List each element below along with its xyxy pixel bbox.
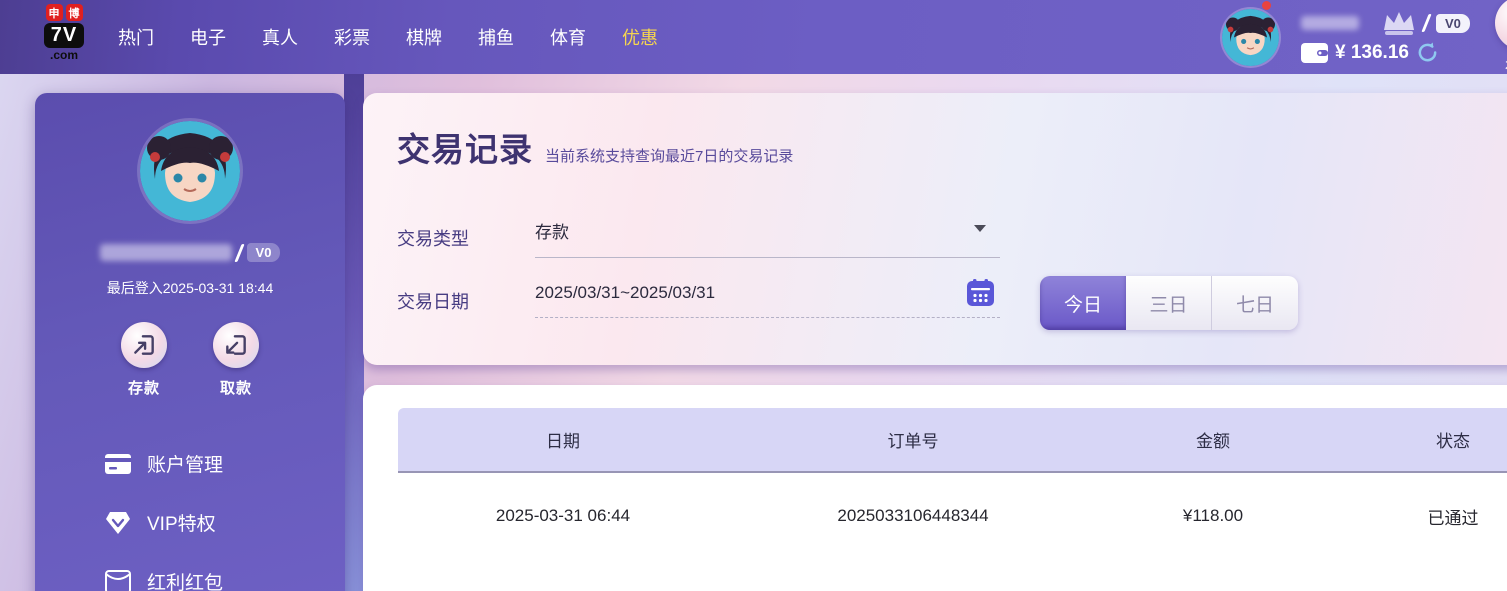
table-header-amount: 金额 xyxy=(1196,432,1230,451)
nav-item-lottery[interactable]: 彩票 xyxy=(334,24,370,50)
deposit-label: 存款 xyxy=(127,380,160,397)
wallet-icon xyxy=(1301,42,1328,63)
sidebar-item-label: 红利红包 xyxy=(147,573,224,591)
range-button-three-days[interactable]: 三日 xyxy=(1126,276,1212,330)
background-band xyxy=(344,74,364,591)
user-avatar[interactable] xyxy=(1222,8,1279,66)
nav-item-chess[interactable]: 棋牌 xyxy=(406,24,442,50)
refresh-balance-icon[interactable] xyxy=(1416,41,1439,64)
page-subtitle: 当前系统支持查询最近7日的交易记录 xyxy=(545,148,794,165)
date-range-button-group: 今日 三日 七日 xyxy=(1040,276,1298,330)
cell-status: 已通过 xyxy=(1427,508,1479,528)
nav-item-hot[interactable]: 热门 xyxy=(118,24,154,50)
logo-badge-1: 申 xyxy=(45,4,63,21)
logo-badge-2: 博 xyxy=(65,4,83,21)
cell-amount: ¥118.00 xyxy=(1182,506,1244,525)
last-login-text: 最后登入2025-03-31 18:44 xyxy=(106,280,274,296)
user-block: V0 ¥ 136.16 xyxy=(1222,0,1470,74)
sidebar-item-label: 账户管理 xyxy=(147,455,224,476)
sidebar-avatar[interactable] xyxy=(140,121,240,221)
blurred-username xyxy=(1301,16,1359,30)
avatar-illustration xyxy=(1222,8,1279,66)
table-header-date: 日期 xyxy=(546,432,580,451)
gem-icon xyxy=(105,510,131,536)
page-title: 交易记录 xyxy=(397,131,533,168)
vip-level-badge: V0 xyxy=(246,243,281,262)
sidebar-item-account[interactable]: 账户管理 xyxy=(35,434,345,493)
chevron-down-icon xyxy=(974,225,986,232)
withdraw-label: 取款 xyxy=(219,380,252,397)
vip-slash-divider xyxy=(1421,14,1432,32)
floating-deposit-icon[interactable] xyxy=(1495,0,1507,50)
main-nav: 热门 电子 真人 彩票 棋牌 捕鱼 体育 优惠 xyxy=(118,0,658,74)
nav-item-live[interactable]: 真人 xyxy=(262,24,298,50)
transaction-type-value: 存款 xyxy=(535,223,569,242)
balance-amount: ¥ 136.16 xyxy=(1335,41,1409,63)
transaction-table: 日期 订单号 金额 状态 2025-03-31 06:44 2025033106… xyxy=(398,408,1507,559)
nav-item-fishing[interactable]: 捕鱼 xyxy=(478,24,514,50)
sidebar-item-vip[interactable]: VIP特权 xyxy=(35,493,345,552)
withdraw-quick-action[interactable]: 取款 xyxy=(213,322,259,398)
vip-level-badge: V0 xyxy=(1436,13,1470,33)
table-header-row: 日期 订单号 金额 状态 xyxy=(398,408,1507,473)
floating-deposit-widget[interactable]: 存款 xyxy=(1487,0,1507,77)
vip-slash-divider xyxy=(233,243,245,262)
avatar-illustration xyxy=(140,121,240,221)
cell-order-number: 2025033106448344 xyxy=(837,506,989,525)
vip-crown-icon xyxy=(1384,12,1414,35)
nav-item-promotions[interactable]: 优惠 xyxy=(622,24,658,50)
nav-item-sports[interactable]: 体育 xyxy=(550,24,586,50)
transaction-table-card: 日期 订单号 金额 状态 2025-03-31 06:44 2025033106… xyxy=(363,385,1507,591)
top-navigation-bar: 申 博 7V .com 热门 电子 真人 彩票 棋牌 捕鱼 体育 优惠 V0 ¥… xyxy=(0,0,1507,74)
red-packet-icon xyxy=(105,569,131,591)
transaction-date-value: 2025/03/31~2025/03/31 xyxy=(535,283,716,302)
sidebar: V0 最后登入2025-03-31 18:44 存款 取款 账户管理 VIP特权… xyxy=(35,93,345,591)
transaction-filter-card: 交易记录 当前系统支持查询最近7日的交易记录 交易类型 存款 交易日期 2025… xyxy=(363,93,1507,365)
sidebar-item-redpacket[interactable]: 红利红包 xyxy=(35,552,345,591)
transaction-type-select[interactable]: 存款 xyxy=(535,218,1000,258)
table-header-order: 订单号 xyxy=(887,432,939,451)
calendar-icon[interactable] xyxy=(967,279,994,306)
sidebar-item-label: VIP特权 xyxy=(147,514,216,535)
cell-date: 2025-03-31 06:44 xyxy=(495,506,631,525)
range-button-today[interactable]: 今日 xyxy=(1040,276,1126,330)
withdraw-icon xyxy=(226,335,246,355)
deposit-icon xyxy=(134,335,154,355)
blurred-username xyxy=(99,244,232,261)
table-row[interactable]: 2025-03-31 06:44 2025033106448344 ¥118.0… xyxy=(398,473,1507,559)
range-button-seven-days[interactable]: 七日 xyxy=(1212,276,1298,330)
notification-dot xyxy=(1262,1,1271,10)
table-header-status: 状态 xyxy=(1436,432,1470,451)
card-icon xyxy=(105,451,131,477)
site-logo[interactable]: 申 博 7V .com xyxy=(35,4,93,62)
logo-main-text: 7V xyxy=(43,23,85,48)
transaction-type-label: 交易类型 xyxy=(397,229,469,249)
nav-item-slots[interactable]: 电子 xyxy=(190,24,226,50)
deposit-quick-action[interactable]: 存款 xyxy=(121,322,167,398)
transaction-date-label: 交易日期 xyxy=(397,291,469,312)
transaction-date-field[interactable]: 2025/03/31~2025/03/31 xyxy=(535,279,1000,318)
logo-suffix-text: .com xyxy=(49,48,78,62)
floating-deposit-label: 存款 xyxy=(1487,56,1507,77)
